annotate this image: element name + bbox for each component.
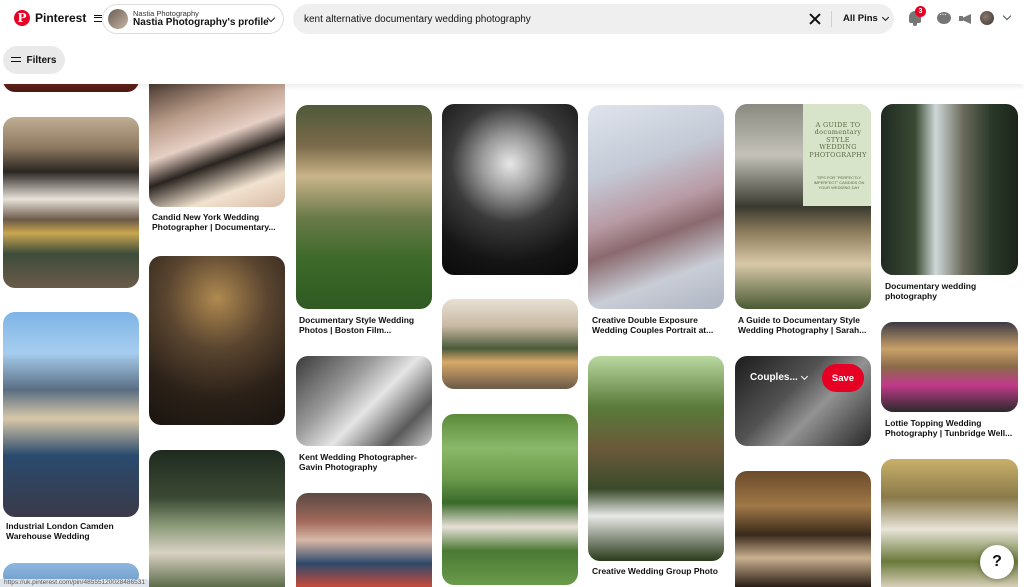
search-input[interactable]	[304, 11, 794, 27]
save-button[interactable]: Save	[822, 364, 864, 392]
sliders-icon	[11, 56, 22, 64]
pinterest-logo-icon: P	[14, 10, 30, 26]
filters-label: Filters	[26, 54, 57, 66]
pinterest-logo[interactable]: P Pinterest	[14, 10, 103, 26]
pin-image[interactable]	[588, 105, 724, 309]
profile-avatar	[108, 9, 128, 29]
chevron-down-icon	[800, 372, 808, 380]
megaphone-icon[interactable]	[958, 10, 974, 26]
pin-image[interactable]	[149, 256, 285, 425]
pin-image[interactable]	[881, 322, 1018, 412]
pin-image[interactable]	[3, 117, 139, 288]
pin-image[interactable]	[442, 104, 578, 275]
pin-image[interactable]	[296, 493, 432, 587]
pin-image[interactable]	[735, 471, 871, 587]
pin-caption[interactable]: Kent Wedding Photographer- Gavin Photogr…	[299, 452, 433, 472]
pin-caption[interactable]: A Guide to Documentary Style Wedding Pho…	[738, 315, 872, 335]
user-avatar[interactable]	[980, 11, 994, 25]
pin-image[interactable]	[442, 414, 578, 585]
pin-caption[interactable]: Documentary wedding photography	[885, 281, 1019, 301]
profile-switcher[interactable]: Nastia Photography Nastia Photography's …	[102, 4, 284, 34]
pin-image[interactable]	[296, 105, 432, 309]
account-chevron-down-icon[interactable]	[1002, 11, 1012, 21]
pin-image[interactable]	[588, 356, 724, 561]
pin-caption[interactable]: Documentary Style Wedding Photos | Bosto…	[299, 315, 433, 335]
pin-image[interactable]	[296, 356, 432, 446]
board-select-dropdown[interactable]: Couples...	[750, 372, 808, 383]
notification-badge: 3	[915, 6, 926, 17]
filters-button[interactable]: Filters	[3, 46, 65, 74]
pin-caption[interactable]: Creative Wedding Group Photo	[592, 566, 726, 576]
pin-image[interactable]	[149, 450, 285, 587]
help-button[interactable]: ?	[980, 545, 1014, 579]
search-divider	[831, 11, 832, 27]
messages-icon[interactable]	[936, 9, 952, 26]
pin-image[interactable]	[881, 104, 1018, 275]
app-name: Pinterest	[35, 11, 87, 25]
search-scope-label: All Pins	[843, 13, 878, 24]
board-select-label: Couples...	[750, 372, 798, 383]
chevron-down-icon	[881, 13, 889, 21]
guide-pin-subtitle: TIPS FOR "PERFECTLY IMPERFECT" CANDIDS O…	[813, 175, 865, 190]
pin-image[interactable]	[442, 299, 578, 389]
filter-bar: Filters	[0, 38, 1024, 84]
clear-search-icon[interactable]	[808, 12, 822, 26]
search-scope-dropdown[interactable]: All Pins	[843, 13, 889, 24]
pin-caption[interactable]: Lottie Topping Wedding Photography | Tun…	[885, 418, 1019, 438]
guide-pin-title: A GUIDE TO documentary STYLE WEDDING PHO…	[809, 121, 867, 159]
search-bar: All Pins	[293, 4, 894, 34]
status-bar-url: https://uk.pinterest.com/pin/48555120028…	[0, 579, 149, 587]
pin-image[interactable]	[3, 312, 139, 517]
pin-caption[interactable]: Industrial London Camden Warehouse Weddi…	[6, 521, 140, 541]
pin-image[interactable]	[149, 84, 285, 207]
pin-caption[interactable]: Creative Double Exposure Wedding Couples…	[592, 315, 726, 335]
top-header: P Pinterest Nastia Photography Nastia Ph…	[0, 0, 1024, 38]
profile-title: Nastia Photography's profile	[133, 16, 269, 28]
pin-caption[interactable]: Candid New York Wedding Photographer | D…	[152, 212, 286, 232]
